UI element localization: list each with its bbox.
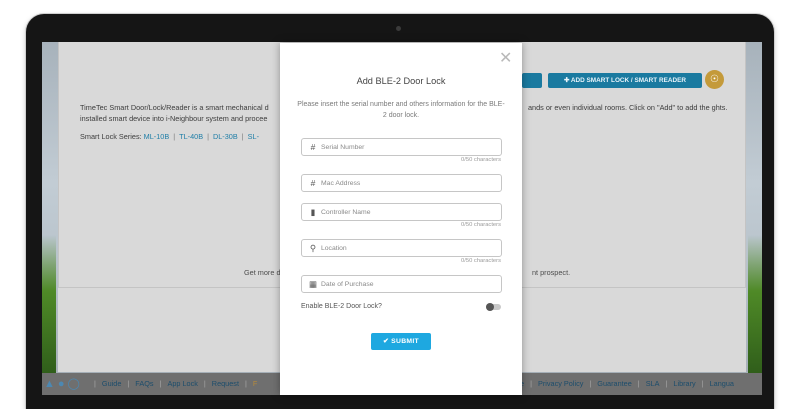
description-left: TimeTec Smart Door/Lock/Reader is a smar… bbox=[80, 103, 269, 123]
mac-address-field[interactable]: # bbox=[301, 174, 502, 192]
description-right: ands or even individual rooms. Click on … bbox=[528, 103, 728, 112]
footer-link-language[interactable]: Langua bbox=[704, 379, 740, 388]
grass-left bbox=[42, 235, 56, 375]
series-link-dl30b[interactable]: DL-30B bbox=[213, 132, 238, 141]
enable-lock-toggle[interactable] bbox=[486, 303, 501, 311]
camera bbox=[396, 26, 401, 31]
toggle-knob bbox=[486, 303, 494, 311]
modal-subtitle: Please insert the serial number and othe… bbox=[297, 101, 505, 119]
footer-link-request[interactable]: Request bbox=[206, 379, 245, 388]
submit-button[interactable]: ✔ SUBMIT bbox=[371, 333, 431, 350]
separator: | bbox=[241, 132, 244, 141]
footer-link-privacy-policy[interactable]: Privacy Policy bbox=[532, 379, 589, 388]
serial-number-input[interactable] bbox=[321, 140, 491, 154]
add-button-left[interactable] bbox=[522, 73, 542, 88]
date-of-purchase-field[interactable]: ▦ bbox=[301, 275, 502, 293]
add-smart-lock-label: ✚ ADD SMART LOCK / SMART READER bbox=[564, 77, 686, 84]
controller-name-field[interactable]: ▮ bbox=[301, 203, 502, 221]
series-link-sl[interactable]: SL- bbox=[248, 132, 259, 141]
modal-title: Add BLE-2 Door Lock bbox=[356, 76, 446, 86]
calendar-icon: ▦ bbox=[308, 279, 318, 289]
location-input[interactable] bbox=[321, 241, 491, 255]
hash-icon: # bbox=[310, 178, 316, 188]
prospect-text: nt prospect. bbox=[532, 268, 571, 277]
close-icon[interactable]: ✕ bbox=[499, 51, 512, 67]
grass-right bbox=[748, 235, 762, 375]
footer-link-library[interactable]: Library bbox=[667, 379, 701, 388]
mac-address-input[interactable] bbox=[321, 176, 491, 190]
series-label: Smart Lock Series: bbox=[80, 132, 142, 141]
lightbulb-icon[interactable]: ☉ bbox=[705, 70, 724, 89]
series-link-ml10b[interactable]: ML-10B bbox=[144, 132, 170, 141]
app-icons: ▲●◯ bbox=[44, 377, 83, 390]
footer-link-faqs[interactable]: FAQs bbox=[129, 379, 159, 388]
location-counter: 0/50 characters bbox=[461, 258, 501, 264]
hash-icon: # bbox=[310, 142, 316, 152]
separator: | bbox=[173, 132, 176, 141]
footer-nav-left: | Guide | FAQs | App Lock | Request | F bbox=[94, 379, 263, 388]
location-pin-icon: ⚲ bbox=[309, 243, 317, 253]
separator: | bbox=[207, 132, 209, 141]
enable-lock-label: Enable BLE-2 Door Lock? bbox=[301, 303, 382, 310]
smart-lock-series: Smart Lock Series: ML-10B | TL-40B | DL-30B |… bbox=[80, 132, 259, 141]
footer-nav-right: e | Privacy Policy | Guarantee | SLA | Library | L… bbox=[514, 379, 740, 388]
serial-number-field[interactable]: # bbox=[301, 138, 502, 156]
footer-link-f[interactable]: F bbox=[247, 379, 263, 388]
footer-link-guide[interactable]: Guide bbox=[96, 379, 127, 388]
footer-link-app-lock[interactable]: App Lock bbox=[161, 379, 203, 388]
web-icon[interactable]: ◯ bbox=[68, 378, 83, 390]
controller-name-input[interactable] bbox=[321, 205, 491, 219]
date-of-purchase-input[interactable] bbox=[321, 277, 491, 291]
add-door-lock-modal: ✕ Add BLE-2 Door Lock Please insert the … bbox=[280, 43, 522, 395]
android-icon[interactable]: ▲ bbox=[44, 378, 58, 390]
serial-number-counter: 0/50 characters bbox=[461, 157, 501, 163]
location-field[interactable]: ⚲ bbox=[301, 239, 502, 257]
apple-icon[interactable]: ● bbox=[58, 378, 68, 390]
controller-name-counter: 0/50 characters bbox=[461, 222, 501, 228]
tag-icon: ▮ bbox=[310, 207, 316, 217]
series-link-tl40b[interactable]: TL-40B bbox=[179, 132, 203, 141]
footer-link-sla[interactable]: SLA bbox=[640, 379, 666, 388]
footer-link-guarantee[interactable]: Guarantee bbox=[591, 379, 637, 388]
add-smart-lock-button[interactable]: ✚ ADD SMART LOCK / SMART READER bbox=[548, 73, 702, 88]
